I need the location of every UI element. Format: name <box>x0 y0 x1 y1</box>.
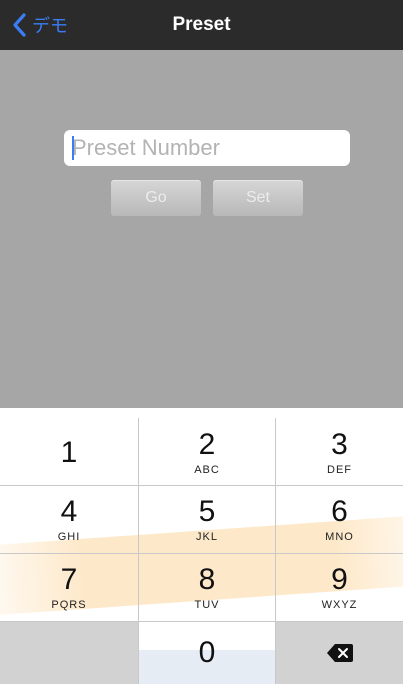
key-letters: PQRS <box>51 598 87 611</box>
key-letters: MNO <box>325 530 354 543</box>
key-letters: DEF <box>327 463 352 476</box>
key-digit: 8 <box>198 562 216 596</box>
set-button[interactable]: Set <box>213 180 303 216</box>
key-7[interactable]: 7 PQRS <box>0 554 139 622</box>
key-digit: 0 <box>198 636 216 669</box>
navigation-bar: デモ Preset <box>0 0 403 50</box>
key-2[interactable]: 2 ABC <box>139 418 276 486</box>
key-8[interactable]: 8 TUV <box>139 554 276 622</box>
key-digit: 6 <box>331 494 348 528</box>
key-digit: 7 <box>60 562 78 596</box>
key-digit: 2 <box>198 427 216 461</box>
key-letters: TUV <box>194 598 220 611</box>
key-9[interactable]: 9 WXYZ <box>276 554 403 622</box>
key-letters: WXYZ <box>321 598 358 611</box>
key-digit: 4 <box>60 494 78 528</box>
key-1[interactable]: 1 <box>0 418 139 486</box>
key-digit: 3 <box>331 427 348 461</box>
numeric-keypad: 1 2 ABC 3 DEF 4 GHI 5 JKL 6 MNO 7 PQRS 8… <box>0 418 403 684</box>
key-digit: 1 <box>60 435 78 469</box>
backspace-icon <box>326 644 353 662</box>
text-cursor <box>72 136 74 160</box>
key-5[interactable]: 5 JKL <box>139 486 276 554</box>
key-letters: ABC <box>194 463 220 476</box>
key-0[interactable]: 0 <box>139 622 276 684</box>
key-letters: GHI <box>57 530 81 543</box>
key-3[interactable]: 3 DEF <box>276 418 403 486</box>
key-digit: 9 <box>331 562 348 596</box>
go-button[interactable]: Go <box>111 180 201 216</box>
page-title: Preset <box>172 14 231 35</box>
preset-number-input[interactable] <box>64 130 350 166</box>
key-delete[interactable] <box>276 622 403 684</box>
preset-panel: Go Set <box>0 50 403 408</box>
key-letters: JKL <box>196 530 218 543</box>
key-4[interactable]: 4 GHI <box>0 486 139 554</box>
key-digit: 5 <box>198 494 216 528</box>
key-6[interactable]: 6 MNO <box>276 486 403 554</box>
key-blank <box>0 622 139 684</box>
